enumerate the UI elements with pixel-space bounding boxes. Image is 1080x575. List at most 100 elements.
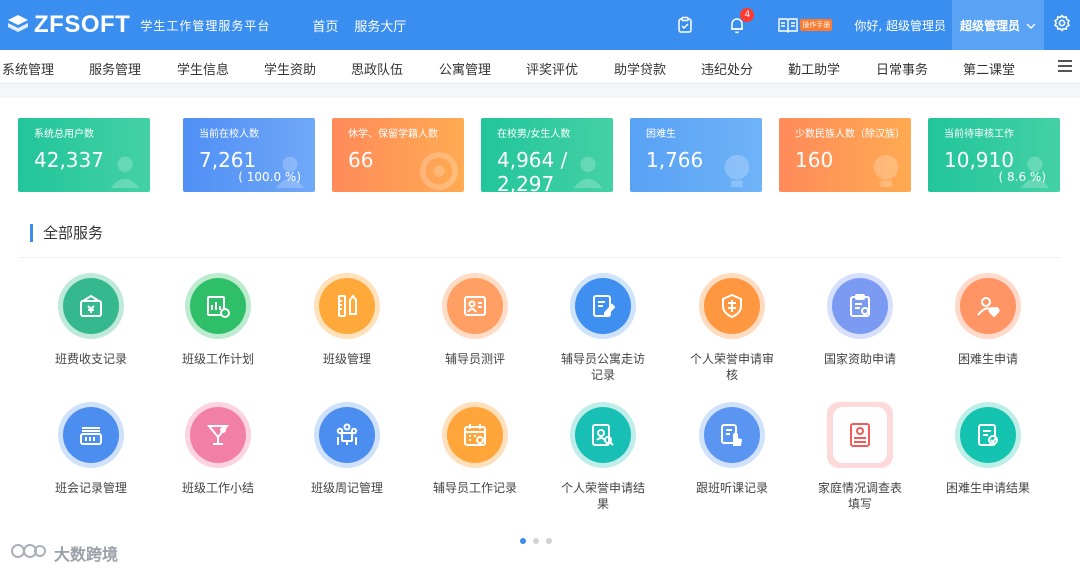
- menu-item[interactable]: 公寓管理: [439, 59, 491, 78]
- service-item[interactable]: 个人荣誉申请结果: [548, 402, 658, 512]
- stat-card[interactable]: 当前待审核工作 10,910( 8.6 %): [928, 118, 1060, 192]
- menu-item[interactable]: 学生信息: [177, 59, 229, 78]
- menu-item[interactable]: 助学贷款: [614, 59, 666, 78]
- service-item[interactable]: 班会记录管理: [36, 402, 146, 496]
- stat-card[interactable]: 少数民族人数（除汉族） 160: [779, 118, 911, 192]
- service-item[interactable]: 辅导员工作记录: [420, 402, 530, 496]
- service-item[interactable]: 辅导员公寓走访记录: [548, 273, 658, 383]
- service-icon-ring: [442, 402, 508, 468]
- nav-service-hall[interactable]: 服务大厅: [354, 16, 406, 35]
- logo[interactable]: ZFSOFT 学生工作管理服务平台: [6, 11, 270, 39]
- menu-item[interactable]: 日常事务: [876, 59, 928, 78]
- stat-value: 1,766: [646, 148, 704, 172]
- stat-label: 在校男/女生人数: [497, 129, 571, 140]
- logo-mark-icon: [6, 13, 30, 37]
- stat-label: 困难生: [646, 129, 676, 140]
- bell-icon[interactable]: 4: [726, 8, 755, 36]
- menu-item[interactable]: 违纪处分: [701, 59, 753, 78]
- stat-card[interactable]: 休学、保留学籍人数 66: [332, 118, 464, 192]
- service-item[interactable]: 国家资助申请: [805, 273, 915, 367]
- stat-card[interactable]: 困难生 1,766: [630, 118, 762, 192]
- page-dot-3[interactable]: [546, 538, 552, 544]
- service-item[interactable]: 辅导员测评: [420, 273, 530, 367]
- menu-item[interactable]: 评奖评优: [526, 59, 578, 78]
- top-nav: 首页 服务大厅: [312, 16, 422, 35]
- service-name: 班费收支记录: [54, 352, 127, 366]
- service-icon-ring: [827, 273, 893, 339]
- menu-list-icon[interactable]: [1058, 60, 1072, 72]
- service-icon-ring: [58, 402, 124, 468]
- service-name: 困难生申请: [957, 352, 1018, 366]
- service-item[interactable]: 班级工作计划: [163, 273, 273, 367]
- user-heart-icon: [960, 278, 1016, 334]
- menu-item[interactable]: 学生资助: [264, 59, 316, 78]
- stat-value: 66: [348, 148, 374, 172]
- role-dropdown[interactable]: 超级管理员: [951, 0, 1044, 50]
- service-icon-ring: [955, 273, 1021, 339]
- section-divider: [18, 257, 1060, 258]
- watermark-text: 大数跨境: [54, 545, 119, 564]
- stat-decoration-icon: [420, 152, 458, 190]
- page-dot-1[interactable]: [520, 538, 526, 544]
- manual-tag: 操作手册: [800, 19, 833, 31]
- service-item[interactable]: 困难生申请结果: [933, 402, 1043, 496]
- stat-card[interactable]: 在校男/女生人数 4,964 / 2,297: [481, 118, 613, 192]
- stat-decoration-icon: [106, 152, 144, 190]
- touch-doc-icon: [704, 407, 760, 463]
- calendar-icon: [447, 407, 503, 463]
- service-name: 班会记录管理: [54, 481, 127, 495]
- pagination-dots: [520, 538, 559, 544]
- manual-book-icon[interactable]: 操作手册: [778, 14, 833, 36]
- service-icon-ring: [58, 273, 124, 339]
- stat-decoration-icon: [1016, 152, 1054, 190]
- evaluation-icon: [447, 278, 503, 334]
- ruler-pencil-icon: [319, 278, 375, 334]
- service-icon-ring: [314, 402, 380, 468]
- service-item[interactable]: 困难生申请: [933, 273, 1043, 367]
- stat-decoration-icon: [271, 152, 309, 190]
- edit-note-icon: [575, 278, 631, 334]
- service-item[interactable]: 家庭情况调查表填写: [805, 402, 915, 512]
- service-name: 班级管理: [322, 352, 371, 366]
- menu-item[interactable]: 系统管理: [2, 59, 54, 78]
- stat-value: 160: [795, 148, 834, 172]
- service-icon-ring: [314, 273, 380, 339]
- service-item[interactable]: 班级工作小结: [163, 402, 273, 496]
- stat-card[interactable]: 当前在校人数 7,261( 100.0 %): [183, 118, 315, 192]
- service-item[interactable]: 跟班听课记录: [677, 402, 787, 496]
- menu-item[interactable]: 服务管理: [89, 59, 141, 78]
- module-menu-bar: 系统管理 服务管理 学生信息 学生资助 思政队伍 公寓管理 评奖评优 助学贷款 违纪处分 勤工助学…: [0, 50, 1080, 84]
- service-name: 班级工作小结: [181, 481, 254, 495]
- service-icon-ring: [699, 273, 765, 339]
- stat-label: 当前待审核工作: [944, 129, 1014, 140]
- service-icon-ring: [185, 402, 251, 468]
- meeting-record-icon: [63, 407, 119, 463]
- settings-button[interactable]: [1044, 0, 1080, 50]
- service-item[interactable]: 班费收支记录: [36, 273, 146, 367]
- stat-label: 少数民族人数（除汉族）: [795, 129, 905, 140]
- service-name: 国家资助申请: [823, 352, 896, 366]
- stat-value: 42,337: [34, 148, 104, 172]
- menu-item[interactable]: 思政队伍: [351, 59, 403, 78]
- service-name: 辅导员公寓走访记录: [560, 352, 645, 382]
- menu-item[interactable]: 第二课堂: [963, 59, 1015, 78]
- group-meeting-icon: [319, 407, 375, 463]
- service-name: 困难生申请结果: [945, 481, 1030, 495]
- chevron-down-icon: [1026, 18, 1036, 32]
- wallet-icon: [63, 278, 119, 334]
- service-item[interactable]: 班级周记管理: [292, 402, 402, 496]
- clipboard-check-icon[interactable]: [674, 14, 696, 36]
- service-name: 辅导员测评: [444, 352, 505, 366]
- service-item[interactable]: 班级管理: [292, 273, 402, 367]
- plan-icon: [190, 278, 246, 334]
- menu-item[interactable]: 勤工助学: [788, 59, 840, 78]
- service-name: 跟班听课记录: [695, 481, 768, 495]
- service-name: 班级工作计划: [181, 352, 254, 366]
- service-item[interactable]: 个人荣誉申请审核: [677, 273, 787, 383]
- stat-card[interactable]: 系统总用户数 42,337: [18, 118, 150, 192]
- logo-text: ZFSOFT: [34, 11, 131, 38]
- nav-home[interactable]: 首页: [312, 16, 338, 35]
- result-doc-icon: [960, 407, 1016, 463]
- page-dot-2[interactable]: [533, 538, 539, 544]
- stat-value: 7,261: [199, 148, 257, 172]
